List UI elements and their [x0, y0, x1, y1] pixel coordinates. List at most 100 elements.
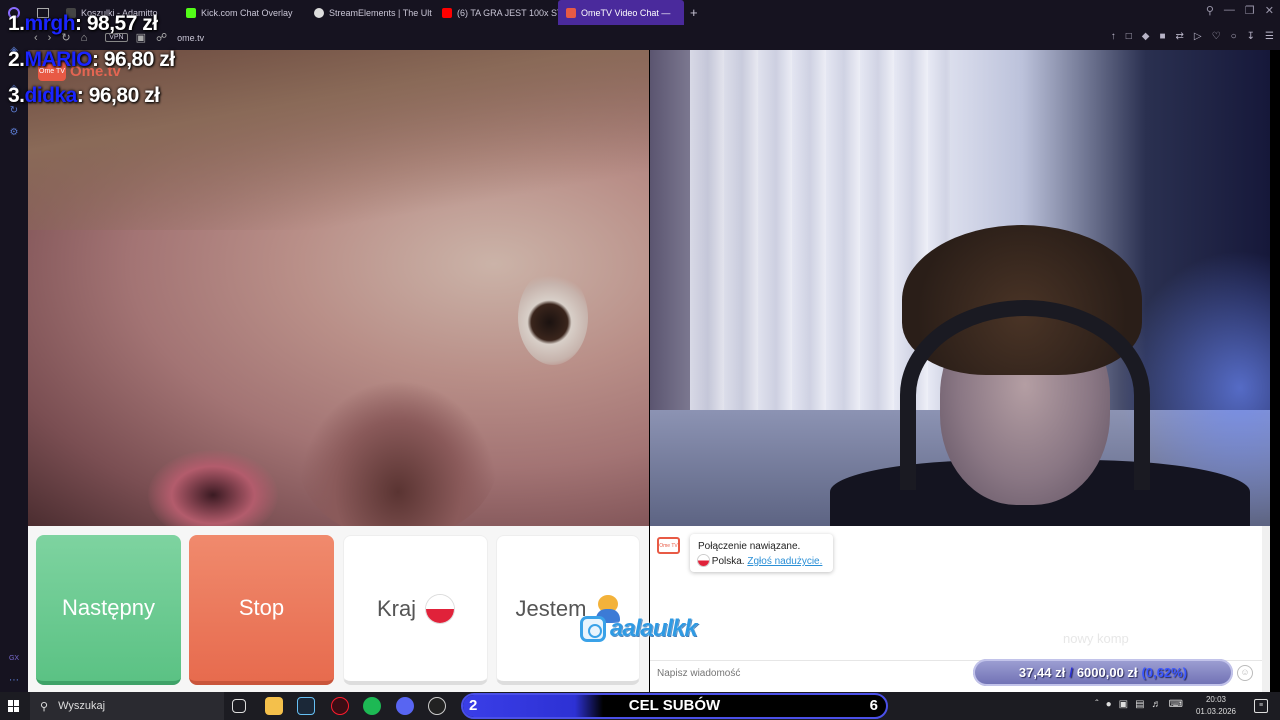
sidebar-gx-icon[interactable]: GX — [8, 655, 20, 667]
emoji-icon[interactable]: ☺ — [1237, 665, 1253, 681]
tab-label: StreamElements | The Ult — [329, 7, 432, 18]
chat-scrollbar[interactable] — [1262, 526, 1270, 692]
leaderboard-name: didka — [24, 84, 78, 107]
taskbar-clock[interactable]: 20:03 01.03.2026 — [1192, 694, 1240, 718]
search-icon: ⚲ — [40, 700, 49, 713]
stop-button[interactable]: Stop — [189, 535, 334, 685]
url-field[interactable]: ome.tv — [177, 33, 204, 43]
tab-youtube[interactable]: (6) TA GRA JEST 100x STR — [434, 0, 558, 25]
steam-icon[interactable] — [297, 697, 315, 715]
poland-flag-icon — [698, 555, 709, 566]
tab-kick-chat-overlay[interactable]: Kick.com Chat Overlay — [178, 0, 306, 25]
tab-label: OmeTV Video Chat — — [581, 7, 671, 18]
donation-current: 37,44 zł — [1018, 665, 1066, 680]
play-icon[interactable]: ▷ — [1194, 31, 1202, 42]
browser-tab-bar: Koszulki - Adamitto Kick.com Chat Overla… — [0, 0, 1280, 25]
self-webcam-video — [650, 50, 1270, 526]
leaderboard-name: mrgh — [24, 12, 76, 35]
snapshot-icon[interactable]: □ — [1126, 31, 1132, 42]
leaderboard-row: 3.didka: 96,80 zł — [8, 78, 175, 114]
report-abuse-link[interactable]: Zgłoś nadużycie. — [747, 556, 822, 567]
country-name: Polska. — [711, 556, 745, 567]
shield-icon[interactable]: ◆ — [1142, 31, 1150, 42]
leaderboard-rank: 1. — [8, 12, 25, 35]
video-mouth-shape — [148, 450, 278, 526]
sub-goal-label: CEL SUBÓW — [628, 697, 721, 714]
tray-chevron-icon[interactable]: ˆ — [1095, 699, 1098, 710]
window-controls: ⚲ — ❐ ✕ — [1206, 4, 1274, 17]
minimize-icon[interactable]: — — [1224, 4, 1235, 17]
close-icon[interactable]: ✕ — [1265, 4, 1274, 17]
country-button-label: Kraj — [376, 595, 417, 621]
download-icon[interactable]: ↧ — [1247, 31, 1255, 42]
notification-icon[interactable]: ≡ — [1254, 699, 1268, 713]
leaderboard-amount: : 96,80 zł — [92, 48, 175, 71]
heart-icon[interactable]: ♡ — [1212, 31, 1221, 42]
tab-streamelements[interactable]: StreamElements | The Ult — [306, 0, 434, 25]
network-icon[interactable]: ▤ — [1135, 699, 1144, 710]
browser-sidebar: ◈ ◈ ↻ ⚙ GX ⋯ — [0, 25, 28, 692]
address-bar-tools: ↑ □ ◆ ■ ⇄ ▷ ♡ ○ ↧ ☰ — [1111, 31, 1274, 42]
menu-icon[interactable]: ☰ — [1265, 31, 1274, 42]
chat-message-input[interactable] — [650, 662, 980, 684]
tab-ometv[interactable]: OmeTV Video Chat — — [558, 0, 684, 25]
leaderboard-amount: : 96,80 zł — [76, 84, 160, 107]
video-eye-shape — [518, 270, 588, 365]
donation-target: 6000,00 zł — [1076, 665, 1138, 680]
microphone-icon[interactable]: ● — [1106, 699, 1112, 710]
poland-flag-icon — [426, 594, 455, 623]
leaderboard-rank: 2. — [8, 48, 25, 71]
clock-date: 01.03.2026 — [1195, 707, 1237, 716]
ometv-chat-avatar: Ome TV — [657, 537, 680, 554]
donation-goal-bar: 37,44 zł / 6000,00 zł (0,62%) — [973, 659, 1233, 686]
spotify-icon[interactable] — [363, 697, 381, 715]
streamelements-icon — [314, 7, 324, 18]
file-explorer-icon[interactable] — [265, 697, 283, 715]
new-tab-button[interactable]: + — [684, 5, 704, 20]
ometv-favicon — [566, 7, 576, 18]
leaderboard-amount: : 98,57 zł — [75, 12, 158, 35]
taskbar-search-label: Wyszukaj — [58, 700, 106, 712]
sidebar-more-icon[interactable]: ⋯ — [8, 675, 20, 687]
tab-label: (6) TA GRA JEST 100x STR — [457, 7, 558, 18]
donation-percent: (0,62%) — [1141, 665, 1188, 680]
clock-time: 20:03 — [1205, 695, 1227, 704]
country-button[interactable]: Kraj — [343, 535, 488, 685]
kick-icon — [186, 7, 196, 18]
donation-separator: / — [1069, 665, 1073, 680]
discord-icon[interactable] — [396, 697, 414, 715]
gender-button[interactable]: Jestem — [496, 535, 640, 685]
translate-icon[interactable]: ⇄ — [1176, 31, 1184, 42]
stream-watermark: nowy komp — [1063, 631, 1129, 646]
ometv-controls: Następny Stop Kraj Jestem — [28, 526, 649, 692]
sub-goal-target: 6 — [869, 697, 878, 714]
search-tabs-icon[interactable]: ⚲ — [1206, 4, 1214, 17]
keyboard-icon[interactable]: ⌨ — [1169, 699, 1183, 710]
opera-gx-icon[interactable] — [331, 697, 349, 715]
country-line: Polska. Zgłoś nadużycie. — [698, 554, 825, 569]
next-button-label: Następny — [62, 595, 155, 620]
maximize-icon[interactable]: ❐ — [1245, 4, 1255, 17]
volume-icon[interactable]: ♬ — [1152, 699, 1162, 710]
tray-app-icon[interactable]: ▣ — [1119, 699, 1128, 710]
sub-goal-overlay: 2 CEL SUBÓW 6 — [461, 692, 888, 720]
donation-leaderboard: 1.mrgh: 98,57 zł 2.MARIO: 96,80 zł 3.did… — [8, 6, 175, 114]
instagram-handle: aalaulkk — [610, 615, 698, 642]
obs-icon[interactable] — [428, 697, 446, 715]
youtube-icon — [442, 7, 452, 18]
next-button[interactable]: Następny — [36, 535, 181, 685]
video-headphones-shape — [900, 300, 1150, 490]
windows-start-icon[interactable] — [8, 700, 20, 712]
sidebar-settings-icon[interactable]: ⚙ — [8, 127, 20, 139]
task-view-icon[interactable] — [232, 699, 246, 713]
address-bar: ‹ › ↻ ⌂ VPN ▣ ☍ ome.tv ↑ □ ◆ ■ ⇄ ▷ ♡ ○ ↧… — [28, 25, 1280, 50]
leaderboard-name: MARIO — [24, 48, 93, 71]
connected-text: Połączenie nawiązane. — [698, 541, 801, 552]
stranger-video — [28, 50, 649, 526]
extensions-icon[interactable]: ■ — [1159, 31, 1165, 42]
pin-icon[interactable]: ↑ — [1111, 31, 1116, 42]
instagram-icon — [580, 616, 606, 642]
taskbar-search[interactable]: ⚲ Wyszukaj — [30, 692, 224, 720]
video-nose-shape — [298, 380, 498, 526]
profile-icon[interactable]: ○ — [1231, 31, 1237, 42]
